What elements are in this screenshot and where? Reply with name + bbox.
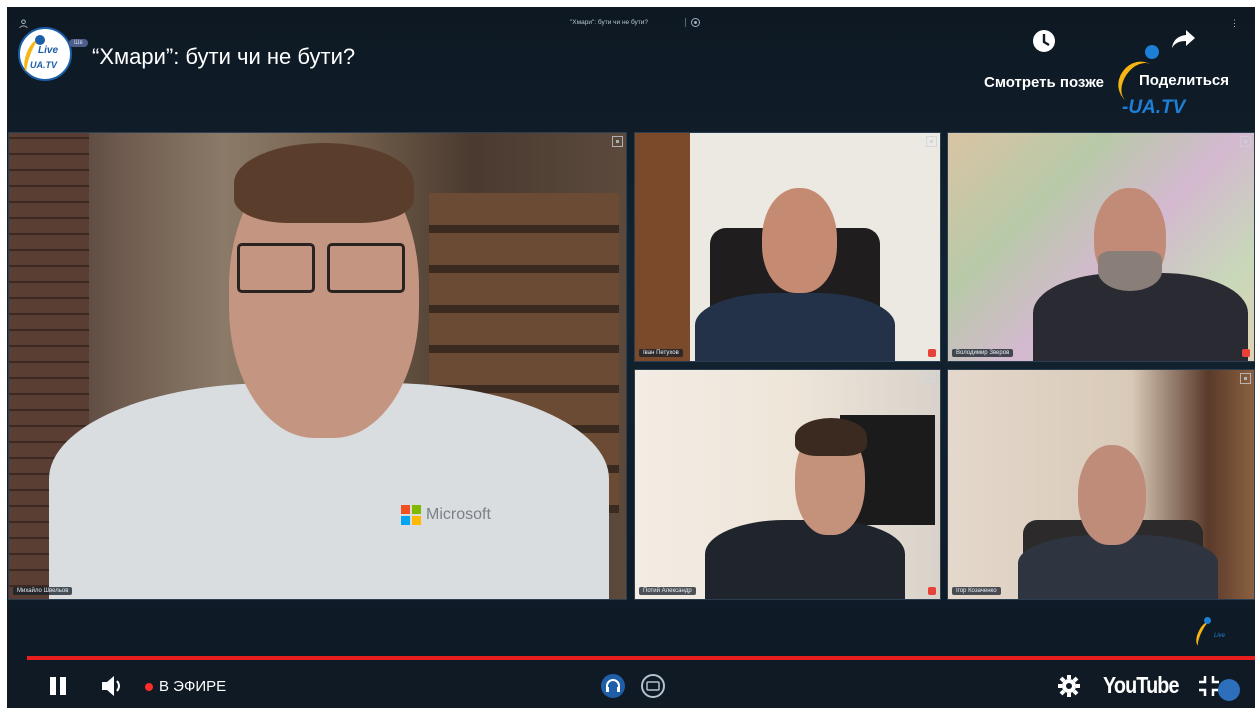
divider [685, 18, 686, 27]
youtube-logo[interactable]: YouTube [1103, 672, 1180, 699]
head [762, 188, 837, 293]
headset-icon[interactable] [601, 674, 625, 698]
mute-icon [928, 587, 936, 595]
participant-name: Потий Александр [639, 587, 696, 595]
volume-icon[interactable] [100, 675, 124, 697]
expand-icon[interactable] [926, 373, 937, 384]
logo-uatv-text: UA.TV [30, 60, 57, 70]
settings-icon[interactable] [1057, 674, 1081, 698]
channel-watermark-small: Live [1192, 615, 1232, 651]
suit [695, 293, 895, 361]
miniplayer-icon[interactable] [1218, 679, 1240, 701]
video-player[interactable]: "Хмари": бути чи не бути? ⋮ Live UA.TV Ш… [7, 7, 1255, 708]
watermark-text: -UA.TV [1122, 97, 1186, 118]
pause-button[interactable] [47, 675, 69, 697]
watermark-small-text: Live [1214, 633, 1226, 639]
head [1078, 445, 1146, 545]
hair [234, 143, 414, 223]
share-label: Поделиться [1138, 72, 1230, 89]
embedded-title: "Хмари": бути чи не бути? [570, 19, 649, 26]
participant-name: Іван Петухов [639, 349, 683, 357]
live-dot-icon [145, 682, 153, 691]
expand-icon[interactable] [926, 136, 937, 147]
player-controls: В ЭФИРЕ YouTube [7, 660, 1255, 708]
record-icon [691, 18, 700, 27]
exit-fullscreen-icon[interactable] [1197, 674, 1221, 698]
microsoft-logo-icon [401, 505, 421, 525]
caption-glyph [646, 681, 660, 691]
logo-ball [35, 35, 45, 45]
live-label: В ЭФИРЕ [159, 678, 227, 695]
participant-name: Михайло Швельов [13, 587, 73, 595]
expand-icon[interactable] [612, 136, 623, 147]
watermark-ball [1204, 617, 1211, 624]
live-indicator[interactable]: В ЭФИРЕ [145, 678, 226, 695]
video-title[interactable]: “Хмари”: бути чи не бути? [92, 44, 355, 70]
watermark-swoosh [1193, 619, 1215, 649]
participant-name: Ігор Козаченко [952, 587, 1001, 595]
watch-later-button[interactable]: Смотреть позже [969, 28, 1119, 91]
shirt-logo-text: Microsoft [426, 506, 491, 523]
share-button[interactable]: Поделиться [1125, 26, 1243, 89]
account-icon[interactable] [19, 19, 28, 28]
logo-live-text: Live [38, 45, 59, 56]
participant-tile[interactable]: Ігор Козаченко [947, 369, 1255, 600]
video-stage[interactable]: "Хмари": бути чи не бути? ⋮ Live UA.TV Ш… [7, 7, 1255, 657]
caption-icon[interactable] [641, 674, 665, 698]
beard [1098, 251, 1162, 291]
glasses-right [327, 243, 405, 293]
participant-tile[interactable]: Володимир Зверов [947, 132, 1255, 362]
share-icon [1172, 30, 1195, 48]
headset-glyph [606, 679, 620, 692]
glasses [237, 243, 315, 293]
mute-icon [1242, 349, 1250, 357]
expand-icon[interactable] [1240, 136, 1251, 147]
participant-tile-main[interactable]: Microsoft Михайло Швельов [8, 132, 627, 600]
hair [795, 418, 867, 456]
watch-later-label: Смотреть позже [984, 74, 1104, 91]
clock-icon [1033, 30, 1055, 52]
suit [705, 520, 905, 599]
host-chip: Шв [69, 39, 88, 47]
expand-icon[interactable] [1240, 373, 1251, 384]
participant-name: Володимир Зверов [952, 349, 1014, 357]
shirt-logo: Microsoft [401, 505, 491, 525]
channel-logo[interactable]: Live UA.TV [18, 27, 72, 81]
participant-tile[interactable]: Потий Александр [634, 369, 941, 600]
participant-tile[interactable]: Іван Петухов [634, 132, 941, 362]
mute-icon [928, 349, 936, 357]
